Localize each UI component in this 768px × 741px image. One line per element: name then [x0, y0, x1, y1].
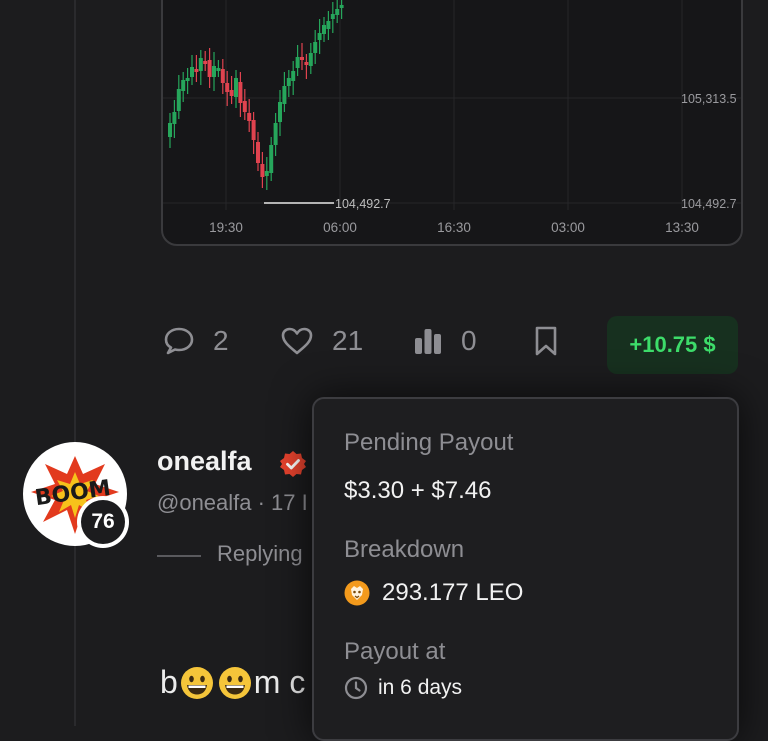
- candle: [238, 82, 243, 103]
- pending-payout-value: $3.30 + $7.46: [344, 477, 492, 504]
- candle: [198, 58, 203, 71]
- candle: [256, 142, 260, 163]
- price-label-low: 104,492.7: [681, 197, 737, 211]
- candle: [181, 80, 186, 91]
- heart-icon: [281, 327, 313, 355]
- stats-count: 0: [461, 325, 477, 356]
- breakdown-label: Breakdown: [344, 536, 465, 563]
- candle: [300, 57, 304, 60]
- payout-at-value: in 6 days: [378, 676, 463, 699]
- payout-popover: Pending Payout $3.30 + $7.46 Breakdown 2…: [312, 397, 739, 741]
- comment-action[interactable]: 2: [163, 325, 229, 357]
- clock-icon: [344, 676, 368, 700]
- thread-line: [74, 0, 76, 726]
- candle: [229, 90, 234, 96]
- price-chart[interactable]: 104,492.7 105,313.5 104,492.7 19:30 06:0…: [161, 0, 743, 246]
- bookmark-action[interactable]: [533, 325, 559, 357]
- reputation-score: 76: [81, 500, 125, 544]
- x-tick-label: 03:00: [551, 220, 585, 235]
- user-handle[interactable]: @onealfa · 17 I: [157, 490, 308, 516]
- chart-candles: [168, 0, 344, 190]
- candle: [326, 21, 331, 29]
- candle: [225, 83, 230, 92]
- leo-token-icon: [344, 580, 370, 606]
- like-count: 21: [332, 325, 364, 356]
- bar-chart-icon: [415, 329, 441, 354]
- candle: [308, 53, 313, 66]
- candle: [207, 60, 212, 77]
- breakdown-row: 293.177 LEO: [344, 579, 523, 607]
- candle: [216, 68, 221, 71]
- candle: [264, 171, 269, 176]
- candle: [295, 57, 300, 68]
- payout-button[interactable]: +10.75 $: [607, 316, 738, 374]
- replying-label: Replying: [217, 541, 303, 566]
- candle: [330, 14, 335, 19]
- candle: [322, 25, 326, 34]
- candle: [172, 112, 177, 124]
- candle: [185, 78, 190, 81]
- candle: [168, 123, 172, 137]
- post-text-start: b: [160, 664, 178, 700]
- x-tick-label: 19:30: [209, 220, 243, 235]
- reputation-badge: 76: [77, 496, 129, 548]
- grinning-face-icon: [218, 666, 251, 699]
- candle: [176, 89, 181, 111]
- candle: [269, 145, 274, 173]
- stats-action[interactable]: 0: [413, 325, 477, 357]
- candle: [242, 101, 247, 112]
- candle: [260, 164, 265, 177]
- candle: [190, 67, 194, 77]
- like-action[interactable]: 21: [280, 325, 363, 357]
- payout-at-label: Payout at: [344, 638, 446, 665]
- candle: [247, 113, 252, 121]
- payout-at-row: in 6 days: [344, 676, 462, 700]
- candle: [317, 33, 322, 40]
- candle: [313, 42, 318, 53]
- bookmark-icon: [535, 326, 557, 356]
- post-text-end: m c: [253, 664, 306, 700]
- candle: [291, 71, 296, 81]
- candle: [212, 66, 216, 77]
- candle: [194, 69, 199, 72]
- x-tick-label: 06:00: [323, 220, 357, 235]
- candle: [286, 78, 291, 86]
- candlestick-chart: 104,492.7 105,313.5 104,492.7 19:30 06:0…: [163, 0, 741, 235]
- candle: [220, 69, 225, 83]
- candle: [339, 5, 344, 8]
- candle: [234, 78, 238, 97]
- candle: [335, 9, 340, 15]
- pending-payout-label: Pending Payout: [344, 429, 514, 456]
- candle: [278, 102, 282, 122]
- candle: [304, 62, 309, 65]
- verified-icon: [280, 451, 306, 477]
- grinning-face-icon: [180, 666, 213, 699]
- reply-divider: [157, 555, 201, 557]
- price-label-high: 105,313.5: [681, 92, 737, 106]
- username[interactable]: onealfa: [157, 446, 252, 477]
- comment-icon: [164, 327, 194, 355]
- candle: [251, 120, 256, 140]
- breakdown-value: 293.177 LEO: [382, 579, 524, 606]
- candle: [203, 61, 208, 64]
- candle: [282, 86, 287, 104]
- comment-count: 2: [213, 325, 229, 356]
- low-marker-label: 104,492.7: [335, 197, 391, 211]
- x-tick-label: 16:30: [437, 220, 471, 235]
- candle: [273, 123, 278, 145]
- post-text: b m c: [160, 664, 305, 701]
- x-tick-label: 13:30: [665, 220, 699, 235]
